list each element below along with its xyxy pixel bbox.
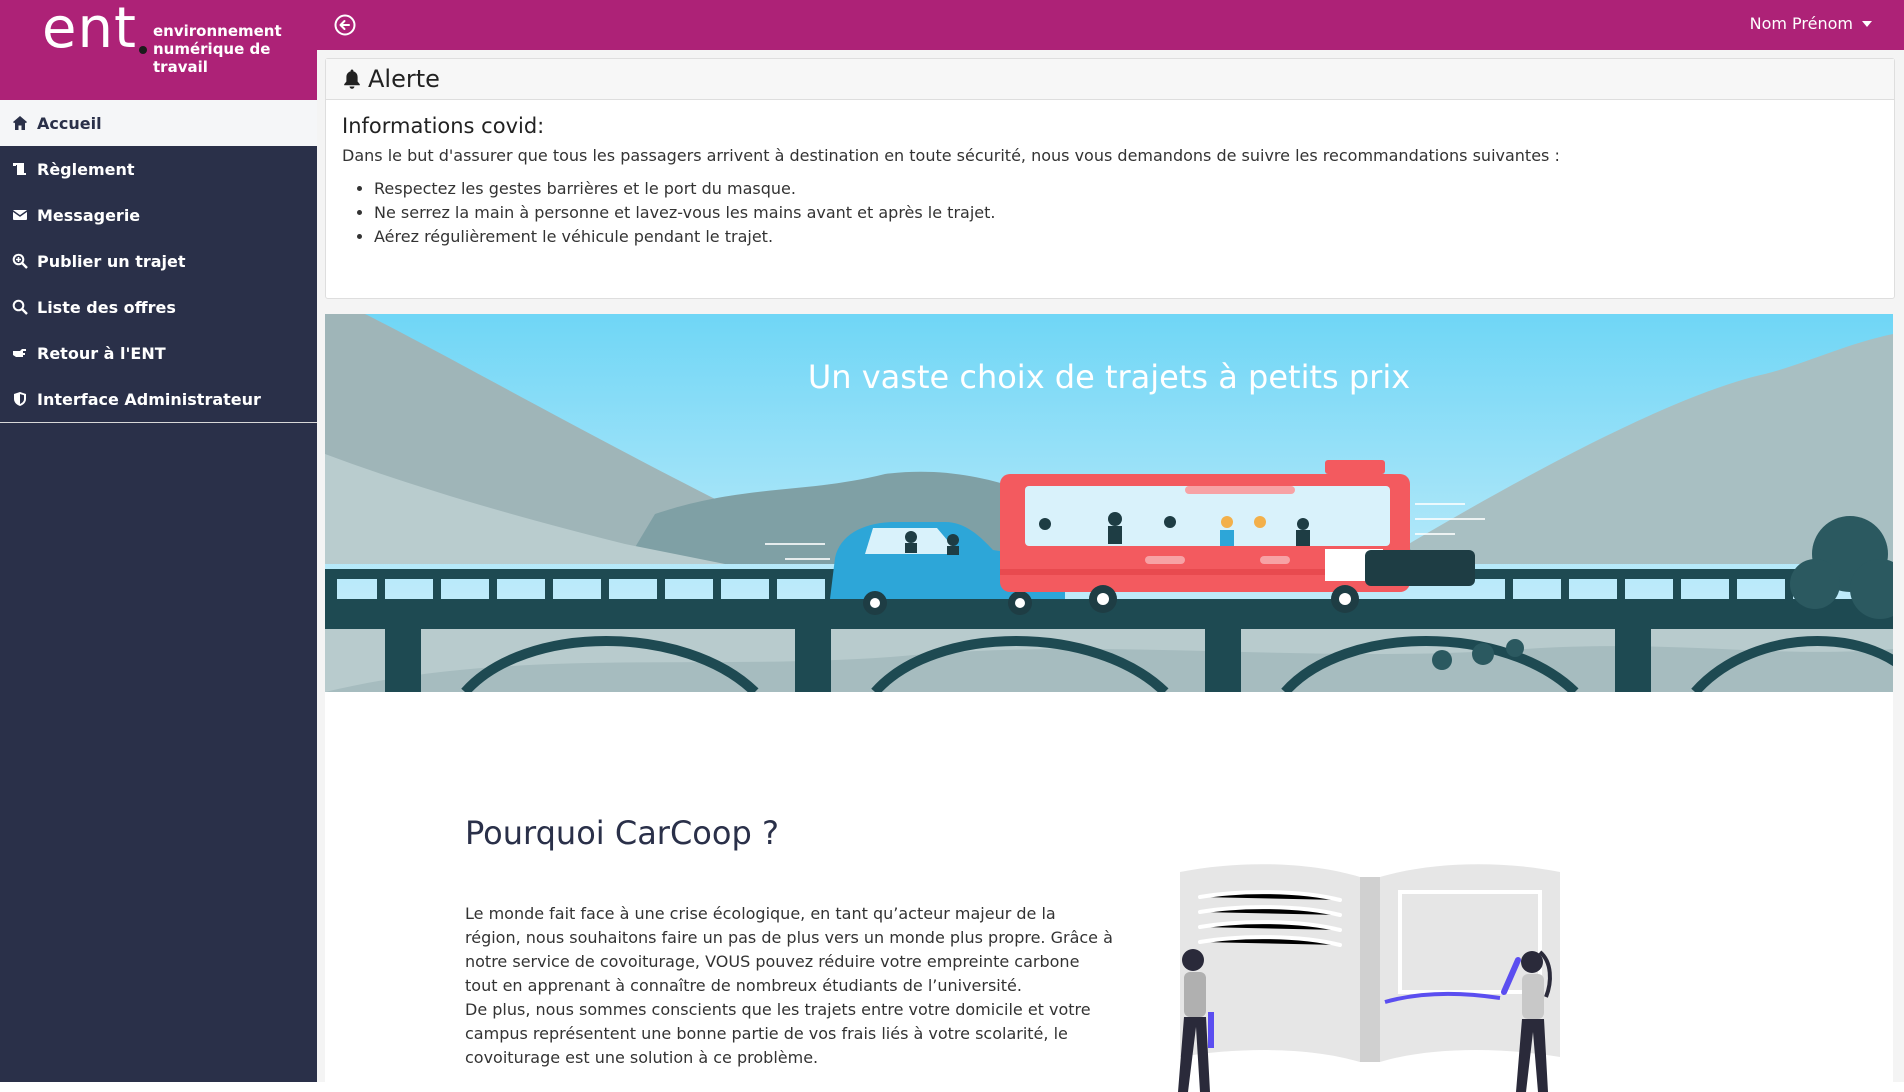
sidebar-item-label: Liste des offres <box>37 297 176 317</box>
main-content: Alerte Informations covid: Dans le but d… <box>317 50 1904 1092</box>
sidebar-item-publier[interactable]: Publier un trajet <box>0 238 317 284</box>
sidebar-item-label: Messagerie <box>37 205 141 225</box>
sidebar-item-messagerie[interactable]: Messagerie <box>0 192 317 238</box>
alert-title: Alerte <box>368 65 440 93</box>
sidebar-nav: Accueil Règlement Messagerie Publier un … <box>0 100 317 422</box>
sidebar: ent environnement numérique de travail A… <box>0 0 317 1082</box>
why-section: Pourquoi CarCoop ? Le monde fait face à … <box>325 692 1893 1092</box>
envelope-icon <box>12 210 28 220</box>
search-plus-icon <box>12 253 28 269</box>
alert-body: Informations covid: Dans le but d'assure… <box>326 100 1894 263</box>
why-title: Pourquoi CarCoop ? <box>465 814 779 852</box>
home-icon <box>13 116 27 130</box>
chevron-down-icon <box>1862 20 1872 27</box>
book-illustration <box>1178 864 1560 1092</box>
hand-point-icon <box>13 349 26 357</box>
logo-tagline-line: numérique de <box>153 40 271 58</box>
list-item: Respectez les gestes barrières et le por… <box>374 177 1878 201</box>
topbar: Nom Prénom <box>317 0 1904 50</box>
list-item: Aérez régulièrement le véhicule pendant … <box>374 225 1878 249</box>
sidebar-item-label: Règlement <box>37 159 135 179</box>
hero-banner: Un vaste choix de trajets à petits prix <box>325 314 1893 692</box>
sidebar-item-accueil[interactable]: Accueil <box>0 100 317 146</box>
alert-intro: Dans le but d'assurer que tous les passa… <box>342 146 1560 165</box>
search-icon <box>12 299 28 315</box>
alert-list: Respectez les gestes barrières et le por… <box>342 177 1878 249</box>
logo-tagline-line: travail <box>153 58 208 76</box>
sidebar-item-reglement[interactable]: Règlement <box>0 146 317 192</box>
list-item: Ne serrez la main à personne et lavez-vo… <box>374 201 1878 225</box>
logo-text: ent <box>42 0 137 61</box>
user-menu-dropdown[interactable]: Nom Prénom <box>1750 14 1872 33</box>
sidebar-item-label: Interface Administrateur <box>37 389 261 409</box>
banner-title: Un vaste choix de trajets à petits prix <box>807 358 1411 396</box>
logo-tagline-line: environnement <box>153 22 282 40</box>
logo-tagline: environnement numérique de travail <box>153 22 303 76</box>
sidebar-item-retour-ent[interactable]: Retour à l'ENT <box>0 330 317 376</box>
back-arrow-icon[interactable] <box>334 14 356 36</box>
logo-dot <box>139 46 147 54</box>
sidebar-item-label: Accueil <box>37 113 102 133</box>
why-paragraph: Le monde fait face à une crise écologiqu… <box>465 904 1113 995</box>
sidebar-item-label: Retour à l'ENT <box>37 343 166 363</box>
alert-header: Alerte <box>326 59 1894 100</box>
brand-logo[interactable]: ent environnement numérique de travail <box>0 0 317 100</box>
sidebar-item-liste-offres[interactable]: Liste des offres <box>0 284 317 330</box>
scroll-icon <box>13 163 26 175</box>
sidebar-item-label: Publier un trajet <box>37 251 186 271</box>
sidebar-divider <box>0 422 317 423</box>
alert-card: Alerte Informations covid: Dans le but d… <box>325 58 1895 299</box>
bell-icon <box>344 69 360 89</box>
sidebar-item-admin[interactable]: Interface Administrateur <box>0 376 317 422</box>
why-paragraph: De plus, nous sommes conscients que les … <box>465 1000 1091 1067</box>
why-text: Le monde fait face à une crise écologiqu… <box>465 902 1115 1070</box>
user-name: Nom Prénom <box>1749 14 1853 33</box>
alert-heading: Informations covid: <box>342 114 545 138</box>
shield-icon <box>14 392 26 406</box>
